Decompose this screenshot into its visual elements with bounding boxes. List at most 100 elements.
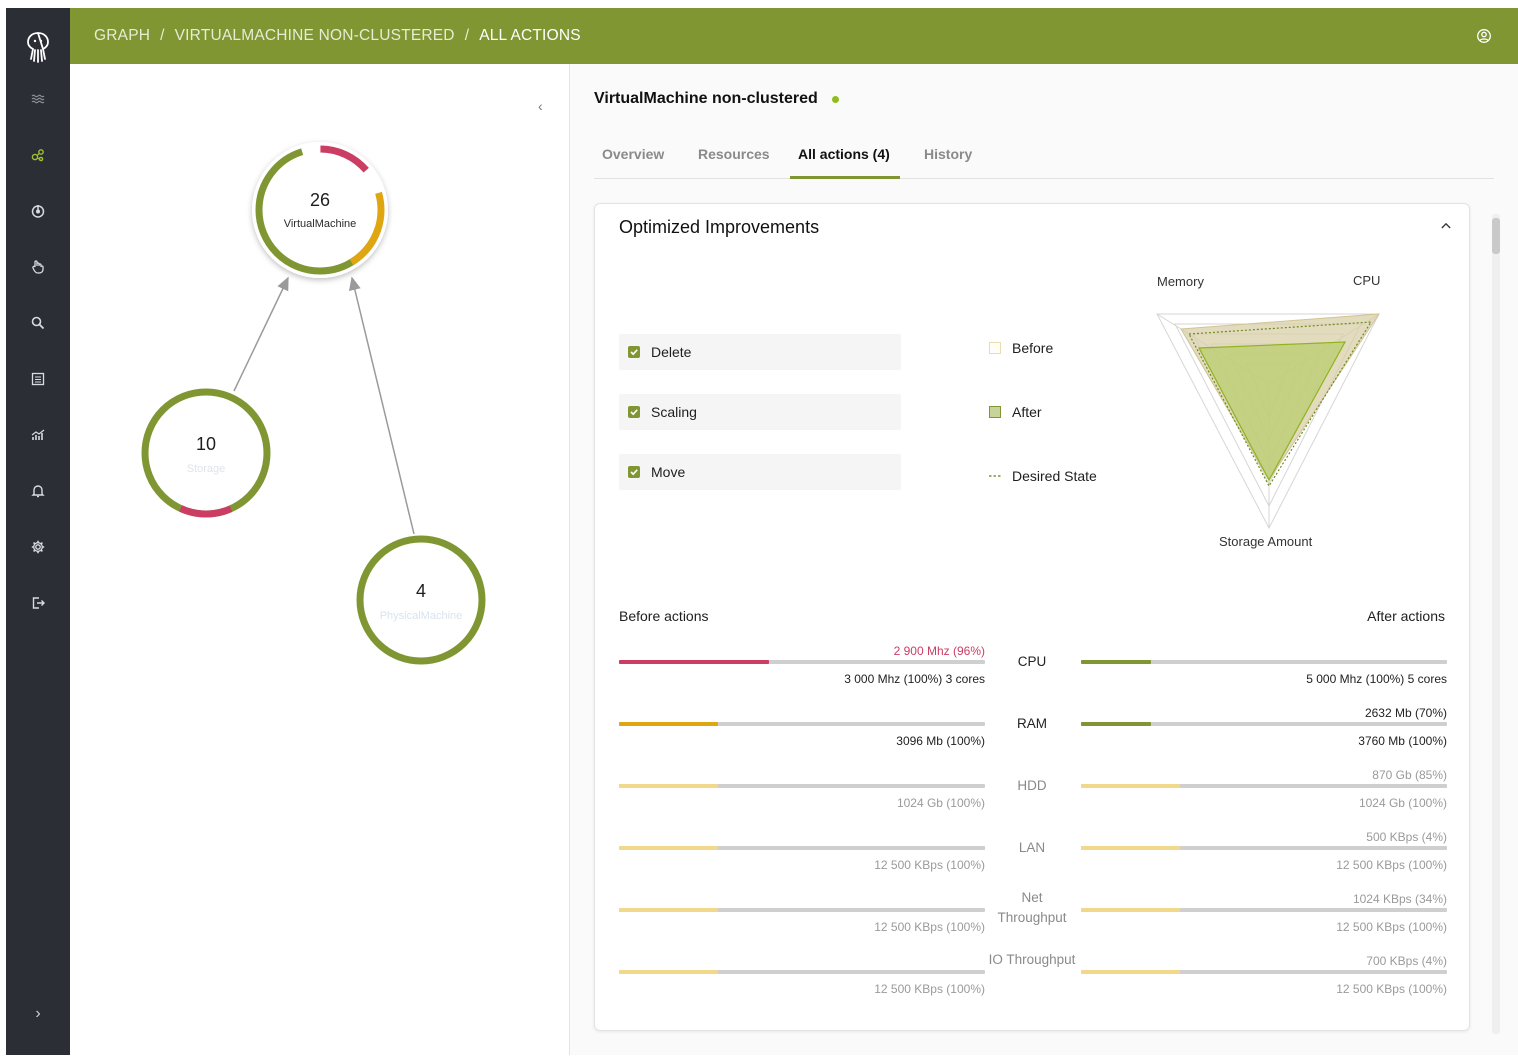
sidebar: › — [6, 8, 70, 1055]
metric-name: LAN — [1018, 840, 1046, 855]
after-metric-capacity: 1024 Gb (100%) — [1358, 796, 1447, 810]
before-metric-capacity: 3096 Mb (100%) — [896, 734, 985, 748]
after-actions-label: After actions — [1367, 608, 1445, 624]
before-metric-bar — [619, 846, 985, 850]
analytics-icon[interactable] — [28, 425, 48, 445]
physical-node-label: PhysicalMachine — [379, 610, 463, 622]
tab-history[interactable]: History — [924, 146, 972, 162]
breadcrumb-vm[interactable]: VIRTUALMACHINE NON-CLUSTERED — [175, 27, 455, 45]
action-label: Move — [651, 464, 686, 480]
before-metric-bar — [619, 722, 985, 726]
before-metric-bar-fill — [619, 784, 718, 788]
after-metric-capacity: 5 000 Mhz (100%) 5 cores — [1306, 672, 1447, 686]
search-icon[interactable] — [28, 313, 48, 333]
tab-resources[interactable]: Resources — [698, 146, 770, 162]
before-metric-bar — [619, 784, 985, 788]
after-metric-capacity: 12 500 KBps (100%) — [1336, 982, 1447, 996]
expand-sidebar-chevron-icon[interactable]: › — [28, 1004, 48, 1024]
before-metric-bar-fill — [619, 660, 770, 664]
tab-all-actions[interactable]: All actions (4) — [798, 146, 890, 162]
waves-icon[interactable] — [28, 89, 48, 109]
after-metric-capacity: 12 500 KBps (100%) — [1336, 920, 1447, 934]
breadcrumb-graph[interactable]: GRAPH — [94, 27, 150, 45]
legend-after: After — [989, 404, 1042, 420]
action-scaling[interactable]: Scaling — [619, 394, 901, 430]
user-account-icon[interactable] — [1476, 28, 1492, 44]
hand-icon[interactable] — [28, 257, 48, 277]
checkbox-checked-icon[interactable] — [628, 466, 640, 478]
power-icon[interactable] — [28, 201, 48, 221]
breadcrumb-separator: / — [464, 27, 470, 44]
app-frame: › GRAPH / VIRTUALMACHINE NON-CLUSTERED /… — [6, 8, 1518, 1055]
after-metric-bar-fill — [1081, 660, 1151, 664]
storage-node-label: Storage — [186, 463, 226, 475]
breadcrumb-separator: / — [160, 27, 165, 44]
after-metric-bar-fill — [1081, 722, 1151, 726]
tab-overview[interactable]: Overview — [602, 146, 664, 162]
after-metric-bar-fill — [1081, 846, 1180, 850]
breadcrumb: GRAPH / VIRTUALMACHINE NON-CLUSTERED / A… — [94, 8, 581, 64]
gear-icon[interactable] — [28, 537, 48, 557]
tab-bar: Overview Resources All actions (4) Histo… — [594, 136, 1494, 179]
collapse-card-chevron-up-icon[interactable] — [1441, 218, 1451, 232]
checkbox-checked-icon[interactable] — [628, 346, 640, 358]
scrollbar-thumb[interactable] — [1492, 218, 1500, 254]
checkbox-checked-icon[interactable] — [628, 406, 640, 418]
before-metric-value: 2 900 Mhz (96%) — [893, 644, 985, 658]
after-metric-bar — [1081, 722, 1447, 726]
vm-node-count: 26 — [309, 190, 331, 210]
after-metric-value: 870 Gb (85%) — [1372, 768, 1447, 782]
before-metric-bar-fill — [619, 908, 718, 912]
metric-name: IO Throughput — [988, 952, 1076, 967]
before-metric-bar-fill — [619, 846, 718, 850]
action-move[interactable]: Move — [619, 454, 901, 490]
detail-panel: VirtualMachine non-clustered Overview Re… — [570, 64, 1518, 1055]
logout-icon[interactable] — [28, 593, 48, 613]
radar-chart: Memory CPU Storage Amount — [1135, 266, 1455, 556]
before-metric-capacity: 12 500 KBps (100%) — [874, 982, 985, 996]
before-metric-bar-fill — [619, 970, 718, 974]
vm-node-label: VirtualMachine — [283, 218, 357, 230]
physical-node-count: 4 — [415, 581, 426, 601]
legend-swatch-dashed-icon — [989, 475, 1001, 477]
action-delete[interactable]: Delete — [619, 334, 901, 370]
entity-title-text: VirtualMachine non-clustered — [594, 90, 818, 107]
after-metric-bar — [1081, 784, 1447, 788]
after-metric-bar — [1081, 846, 1447, 850]
graph-panel: ‹ 26 VirtualMachine 10 Storage 4 Physica… — [70, 64, 570, 1055]
before-metric-bar — [619, 908, 985, 912]
after-metric-bar-fill — [1081, 784, 1180, 788]
status-online-dot-icon — [831, 95, 839, 103]
bell-icon[interactable] — [28, 481, 48, 501]
relationship-graph — [141, 142, 486, 665]
list-icon[interactable] — [28, 369, 48, 389]
octopus-logo-icon[interactable] — [23, 30, 53, 64]
legend-swatch-after-icon — [989, 406, 1001, 418]
legend-swatch-before-icon — [989, 342, 1001, 354]
edge-storage-vm — [233, 276, 289, 392]
after-metric-bar-fill — [1081, 970, 1180, 974]
after-metric-value: 700 KBps (4%) — [1366, 954, 1447, 968]
legend-desired: Desired State — [989, 468, 1097, 484]
before-actions-label: Before actions — [619, 608, 709, 624]
metric-name: HDD — [1017, 778, 1047, 793]
after-metric-bar — [1081, 908, 1447, 912]
entity-title: VirtualMachine non-clustered — [594, 90, 839, 108]
card-title: Optimized Improvements — [619, 217, 820, 237]
metric-name: CPU — [1017, 654, 1047, 669]
edge-physical-vm — [348, 276, 415, 535]
optimized-improvements-card: Optimized Improvements Delete Scaling Mo… — [594, 203, 1470, 1031]
action-label: Delete — [651, 344, 692, 360]
scrollbar[interactable] — [1492, 214, 1500, 1034]
after-metric-bar-fill — [1081, 908, 1180, 912]
before-metric-capacity: 1024 Gb (100%) — [896, 796, 985, 810]
legend-label: Desired State — [1012, 468, 1097, 484]
legend-label: After — [1012, 404, 1042, 420]
after-metric-capacity: 12 500 KBps (100%) — [1336, 858, 1447, 872]
breadcrumb-current: ALL ACTIONS — [479, 27, 581, 44]
graph-icon[interactable] — [28, 145, 48, 165]
metric-name: RAM — [1017, 716, 1047, 731]
storage-node-count: 10 — [195, 434, 217, 454]
after-metric-value: 1024 KBps (34%) — [1352, 892, 1447, 906]
before-metric-capacity: 12 500 KBps (100%) — [874, 920, 985, 934]
